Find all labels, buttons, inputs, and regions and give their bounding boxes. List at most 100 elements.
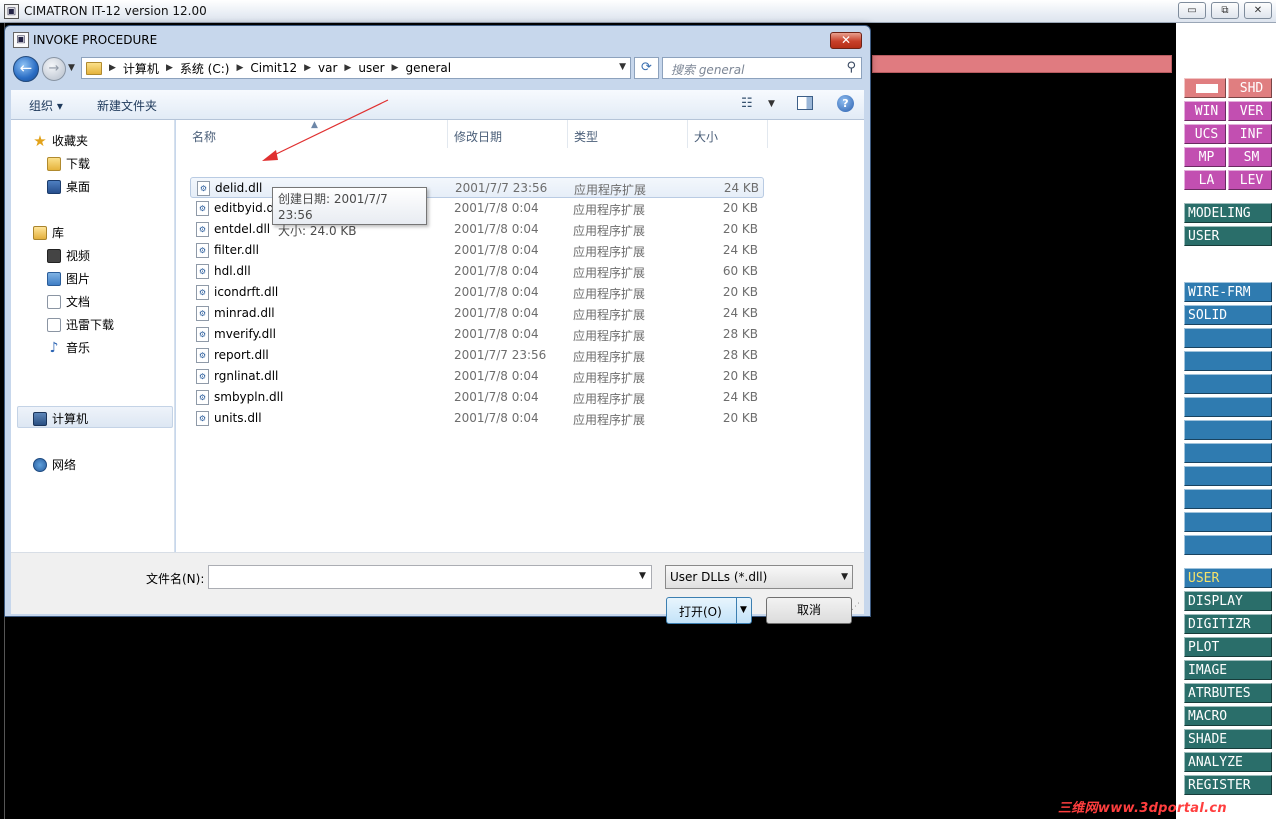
refresh-button[interactable]: ⟳: [634, 57, 659, 79]
menu-button-digitizr[interactable]: DIGITIZR: [1184, 614, 1272, 634]
chevron-right-icon[interactable]: ▶: [344, 63, 351, 73]
menu-button-sm[interactable]: SM: [1228, 147, 1272, 167]
minimize-button[interactable]: ▭: [1178, 2, 1206, 19]
dll-file-icon: ⚙: [197, 181, 210, 196]
breadcrumb-item[interactable]: var: [318, 61, 337, 75]
nav-item-network[interactable]: 网络: [33, 456, 76, 473]
file-row[interactable]: ⚙ filter.dll 2001/7/8 0:04 应用程序扩展 24 KB: [190, 240, 764, 261]
search-icon[interactable]: ⚲: [846, 60, 856, 75]
menu-button-solid[interactable]: SOLID: [1184, 305, 1272, 325]
menu-button-wire-frm[interactable]: WIRE-FRM: [1184, 282, 1272, 302]
menu-button-user[interactable]: USER: [1184, 226, 1272, 246]
view-icon[interactable]: ☷: [741, 96, 753, 111]
file-row[interactable]: ⚙ mverify.dll 2001/7/8 0:04 应用程序扩展 28 KB: [190, 324, 764, 345]
dll-file-icon: ⚙: [196, 201, 209, 216]
menu-button-register[interactable]: REGISTER: [1184, 775, 1272, 795]
breadcrumb-item[interactable]: Cimit12: [250, 61, 297, 75]
dialog-close-button[interactable]: ✕: [830, 32, 862, 49]
chevron-down-icon[interactable]: ▼: [619, 62, 626, 72]
open-split-dropdown-icon[interactable]: ▼: [736, 598, 751, 623]
file-type: 应用程序扩展: [573, 329, 646, 343]
chevron-right-icon[interactable]: ▶: [304, 63, 311, 73]
menu-button-ver[interactable]: VER: [1228, 101, 1272, 121]
preview-pane-icon[interactable]: [797, 96, 813, 110]
breadcrumb-item[interactable]: user: [358, 61, 384, 75]
new-folder-button[interactable]: 新建文件夹: [97, 97, 157, 114]
open-button[interactable]: 打开(O) ▼: [666, 597, 752, 624]
nav-item-favorites[interactable]: ★ 收藏夹: [33, 132, 88, 149]
menu-button-blank[interactable]: [1184, 78, 1226, 98]
menu-button-analyze[interactable]: ANALYZE: [1184, 752, 1272, 772]
nav-item-pictures[interactable]: 图片: [47, 270, 90, 287]
menu-button-la[interactable]: LA: [1184, 170, 1226, 190]
nav-item-computer[interactable]: 计算机: [33, 410, 88, 427]
menu-button-atrbutes[interactable]: ATRBUTES: [1184, 683, 1272, 703]
menu-button-ucs[interactable]: UCS: [1184, 124, 1226, 144]
menu-button-empty[interactable]: [1184, 328, 1272, 348]
menu-button-empty[interactable]: [1184, 512, 1272, 532]
organize-button[interactable]: 组织 ▾: [29, 97, 63, 114]
breadcrumb-item[interactable]: general: [405, 61, 451, 75]
breadcrumb-item[interactable]: 计算机: [123, 60, 159, 77]
nav-label: 图片: [66, 272, 91, 286]
nav-item-libraries[interactable]: 库: [33, 224, 64, 241]
file-row[interactable]: ⚙ rgnlinat.dll 2001/7/8 0:04 应用程序扩展 20 KB: [190, 366, 764, 387]
file-row[interactable]: ⚙ smbypln.dll 2001/7/8 0:04 应用程序扩展 24 KB: [190, 387, 764, 408]
forward-button[interactable]: →: [42, 57, 66, 81]
filename-input[interactable]: [208, 565, 652, 589]
menu-button-empty[interactable]: [1184, 466, 1272, 486]
column-header-size[interactable]: 大小: [688, 120, 768, 148]
back-button[interactable]: ←: [13, 56, 39, 82]
filetype-select[interactable]: User DLLs (*.dll) ▼: [665, 565, 853, 589]
nav-item-xunlei[interactable]: 迅雷下载: [47, 316, 114, 333]
menu-button-win[interactable]: WIN: [1184, 101, 1226, 121]
menu-button-empty[interactable]: [1184, 397, 1272, 417]
address-bar[interactable]: ▶ 计算机 ▶ 系统 (C:) ▶ Cimit12 ▶ var ▶ user ▶ general ▼: [81, 57, 631, 79]
menu-button-plot[interactable]: PLOT: [1184, 637, 1272, 657]
menu-button-empty[interactable]: [1184, 420, 1272, 440]
nav-item-music[interactable]: ♪ 音乐: [47, 339, 90, 356]
file-row[interactable]: ⚙ hdl.dll 2001/7/8 0:04 应用程序扩展 60 KB: [190, 261, 764, 282]
menu-button-macro[interactable]: MACRO: [1184, 706, 1272, 726]
nav-item-desktop[interactable]: 桌面: [47, 178, 90, 195]
menu-button-display[interactable]: DISPLAY: [1184, 591, 1272, 611]
chevron-right-icon[interactable]: ▶: [392, 63, 399, 73]
menu-button-empty[interactable]: [1184, 489, 1272, 509]
close-button[interactable]: ✕: [1244, 2, 1272, 19]
menu-button-empty[interactable]: [1184, 374, 1272, 394]
chevron-right-icon[interactable]: ▶: [109, 63, 116, 73]
menu-button-image[interactable]: IMAGE: [1184, 660, 1272, 680]
menu-button-empty[interactable]: [1184, 443, 1272, 463]
menu-button-empty[interactable]: [1184, 351, 1272, 371]
menu-button-mp[interactable]: MP: [1184, 147, 1226, 167]
breadcrumb-item[interactable]: 系统 (C:): [180, 60, 230, 77]
file-row[interactable]: ⚙ units.dll 2001/7/8 0:04 应用程序扩展 20 KB: [190, 408, 764, 429]
nav-item-videos[interactable]: 视频: [47, 247, 90, 264]
file-row[interactable]: ⚙ report.dll 2001/7/7 23:56 应用程序扩展 28 KB: [190, 345, 764, 366]
menu-button-shade[interactable]: SHADE: [1184, 729, 1272, 749]
history-dropdown-icon[interactable]: ▼: [68, 63, 75, 73]
file-row[interactable]: ⚙ minrad.dll 2001/7/8 0:04 应用程序扩展 24 KB: [190, 303, 764, 324]
column-header-date[interactable]: 修改日期: [448, 120, 568, 148]
cancel-button[interactable]: 取消: [766, 597, 852, 624]
chevron-right-icon[interactable]: ▶: [236, 63, 243, 73]
help-icon[interactable]: ?: [837, 95, 854, 112]
resize-grip-icon[interactable]: ⋰: [851, 602, 860, 612]
column-header-name[interactable]: 名称: [186, 120, 448, 148]
menu-button-user[interactable]: USER: [1184, 568, 1272, 588]
chevron-right-icon[interactable]: ▶: [166, 63, 173, 73]
view-dropdown-icon[interactable]: ▼: [768, 99, 775, 109]
nav-item-downloads[interactable]: 下载: [47, 155, 90, 172]
nav-label: 网络: [52, 458, 77, 472]
search-input[interactable]: 搜索 general ⚲: [662, 57, 862, 79]
restore-button[interactable]: ⧉: [1211, 2, 1239, 19]
column-header-type[interactable]: 类型: [568, 120, 688, 148]
nav-item-documents[interactable]: 文档: [47, 293, 90, 310]
menu-button-modeling[interactable]: MODELING: [1184, 203, 1272, 223]
menu-button-empty[interactable]: [1184, 535, 1272, 555]
menu-button-shd[interactable]: SHD: [1228, 78, 1272, 98]
chevron-down-icon[interactable]: ▼: [841, 572, 848, 582]
file-row[interactable]: ⚙ icondrft.dll 2001/7/8 0:04 应用程序扩展 20 KB: [190, 282, 764, 303]
menu-button-inf[interactable]: INF: [1228, 124, 1272, 144]
menu-button-lev[interactable]: LEV: [1228, 170, 1272, 190]
